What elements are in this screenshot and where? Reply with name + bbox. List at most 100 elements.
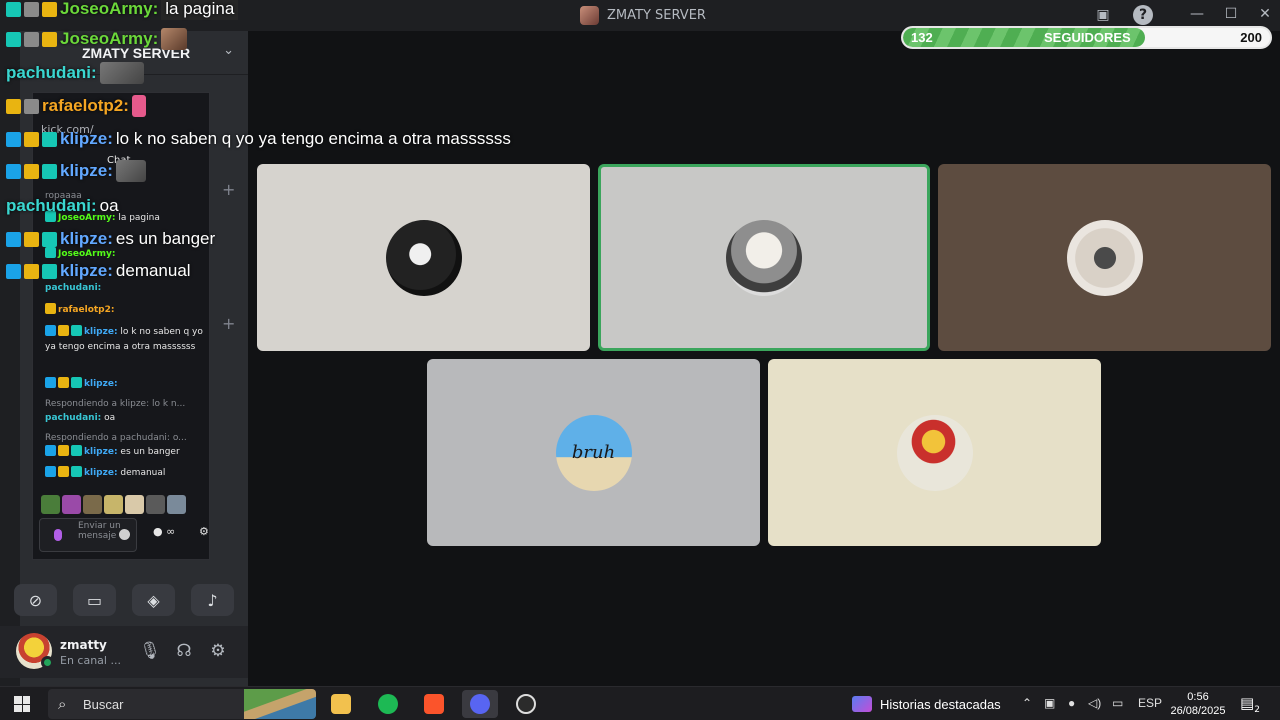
notifications-icon[interactable]: ▤2: [1240, 694, 1260, 715]
overlay-user: JoseoArmy:: [60, 29, 159, 48]
video-tile-speaking[interactable]: [598, 164, 930, 351]
message-user[interactable]: klipze:: [84, 327, 118, 337]
notification-count: 2: [1254, 705, 1260, 715]
mic-tray-icon[interactable]: ●: [1068, 696, 1075, 710]
overlay-chat-line: pachudani: oa: [6, 196, 119, 216]
headphones-icon[interactable]: ☊: [173, 641, 195, 661]
clock-time: 0:56: [1187, 691, 1209, 703]
verified-icon: [6, 263, 21, 279]
emote-icon[interactable]: [167, 495, 186, 514]
add-channel-icon[interactable]: +: [222, 180, 235, 199]
emote-icon[interactable]: [146, 495, 165, 514]
message-user[interactable]: JoseoArmy:: [58, 249, 115, 259]
chevron-up-icon[interactable]: ⌃: [1022, 696, 1032, 710]
inbox-icon[interactable]: ▣: [1093, 5, 1113, 25]
message-user[interactable]: klipze:: [84, 379, 118, 389]
list-item: rafaelotp2:: [45, 303, 205, 318]
camera-off-icon[interactable]: ⊘: [14, 584, 57, 616]
verified-icon: [6, 163, 21, 179]
stories-icon: [852, 696, 872, 712]
participant-avatar: [385, 219, 462, 296]
widgets-stories[interactable]: Historias destacadas: [852, 696, 1001, 712]
screen-share-icon[interactable]: ▭: [73, 584, 116, 616]
message-user[interactable]: pachudani:: [45, 413, 101, 423]
chat-input-placeholder: Enviar un mensaje: [78, 521, 121, 541]
badge-icon: [42, 231, 57, 247]
emote-icon[interactable]: [83, 495, 102, 514]
emote-icon: [131, 95, 146, 117]
settings-icon[interactable]: ⚙: [207, 641, 229, 661]
user-name[interactable]: zmatty: [60, 638, 107, 652]
kick-infinity[interactable]: ● ∞: [153, 525, 175, 538]
badge-icon: [42, 131, 57, 147]
chevron-down-icon[interactable]: ⌄: [223, 43, 234, 58]
mic-icon[interactable]: 🎙︎: [139, 641, 161, 661]
online-status-icon: [41, 656, 54, 669]
reply-reference[interactable]: Respondiendo a klipze: lo k n...: [45, 399, 185, 409]
emote-icon[interactable]: [104, 495, 123, 514]
badge-icon: [42, 263, 57, 279]
message-user[interactable]: rafaelotp2:: [58, 305, 114, 315]
volume-icon[interactable]: ◁): [1088, 696, 1101, 710]
emote-icon[interactable]: [125, 495, 144, 514]
message-user[interactable]: klipze:: [84, 468, 118, 478]
taskbar-search[interactable]: ⌕ Buscar: [48, 689, 316, 719]
overlay-text: oa: [99, 196, 119, 215]
brave-icon[interactable]: [416, 690, 452, 718]
overlay-chat-line: rafaelotp2:: [6, 95, 146, 117]
activity-icon[interactable]: ◈: [132, 584, 175, 616]
emote-icon[interactable]: [62, 495, 81, 514]
help-icon[interactable]: ?: [1133, 5, 1153, 25]
overlay-user: klipze:: [60, 229, 113, 248]
list-item: klipze: es un banger: [45, 445, 205, 460]
followers-current: 132: [911, 30, 933, 45]
message-text: la pagina: [118, 213, 160, 223]
maximize-button[interactable]: ☐: [1220, 6, 1242, 22]
language-indicator[interactable]: ESP: [1138, 696, 1162, 710]
spotify-icon[interactable]: [370, 690, 406, 718]
video-tile[interactable]: [257, 164, 590, 351]
badge-icon: [6, 1, 21, 17]
voice-media-controls: ⊘ ▭ ◈ ♪: [14, 584, 234, 616]
overlay-chat-line: JoseoArmy:: [6, 28, 188, 50]
minimize-button[interactable]: —: [1186, 6, 1208, 22]
crown-icon: [58, 466, 69, 477]
reply-reference[interactable]: Respondiendo a pachudani: o...: [45, 433, 187, 443]
badge-icon: [71, 445, 82, 456]
add-channel-icon[interactable]: +: [222, 314, 235, 333]
emote-bar: [41, 495, 186, 514]
tray-app-icon[interactable]: ▣: [1044, 696, 1055, 710]
crown-icon: [24, 231, 39, 247]
emote-icon[interactable]: [41, 495, 60, 514]
list-item: Respondiendo a pachudani: o...: [45, 431, 205, 446]
video-tile[interactable]: bruh: [427, 359, 760, 546]
stories-label: Historias destacadas: [880, 696, 1001, 712]
crown-icon: [24, 131, 39, 147]
message-user[interactable]: pachudani:: [45, 283, 101, 293]
hat-icon: [24, 1, 39, 17]
chat-message-input[interactable]: Enviar un mensaje: [39, 518, 137, 552]
message-user[interactable]: klipze:: [84, 447, 118, 457]
obs-icon[interactable]: [508, 690, 544, 718]
verified-icon: [6, 231, 21, 247]
list-item: klipze:: [45, 377, 205, 392]
avatar-caption: bruh: [571, 442, 616, 463]
gear-icon[interactable]: ⚙: [199, 525, 209, 538]
mic-icon[interactable]: [54, 529, 62, 541]
video-tile[interactable]: [768, 359, 1101, 546]
windows-start-icon[interactable]: [14, 696, 30, 712]
network-icon[interactable]: ▭: [1112, 696, 1123, 710]
file-explorer-icon[interactable]: [323, 690, 359, 718]
soundboard-icon[interactable]: ♪: [191, 584, 234, 616]
verified-icon: [45, 377, 56, 388]
user-panel: zmatty En canal ... 🎙︎ ☊ ⚙: [0, 626, 248, 678]
badge-icon: [42, 31, 57, 47]
discord-icon[interactable]: [462, 690, 498, 718]
close-button[interactable]: ✕: [1254, 6, 1276, 22]
video-tile[interactable]: [938, 164, 1271, 351]
window-title-text: ZMATY SERVER: [607, 8, 706, 23]
overlay-user: klipze:: [60, 161, 113, 180]
clock[interactable]: 0:56 26/08/2025: [1166, 690, 1230, 718]
emoji-icon[interactable]: [119, 529, 130, 540]
overlay-user: rafaelotp2:: [42, 96, 129, 115]
